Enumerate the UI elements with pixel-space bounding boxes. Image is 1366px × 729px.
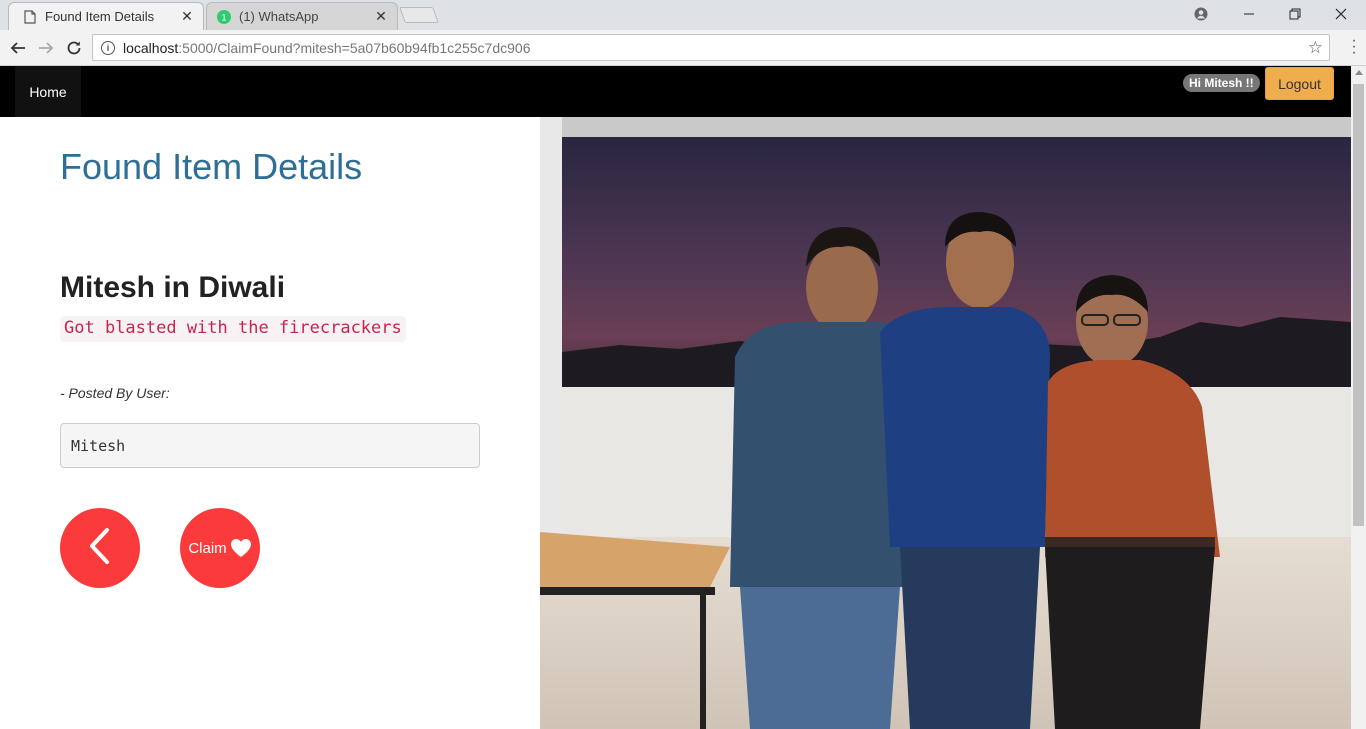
tab-whatsapp[interactable]: 1 (1) WhatsApp ✕ (206, 2, 398, 30)
tab-title: (1) WhatsApp (239, 9, 319, 24)
top-navbar: Home Hi Mitesh !! Logout (0, 66, 1351, 117)
back-button[interactable] (60, 508, 140, 588)
bookmark-star-icon[interactable]: ☆ (1308, 38, 1323, 58)
item-photo (540, 117, 1351, 729)
url-host: localhost (123, 39, 179, 56)
reload-icon[interactable] (62, 36, 86, 60)
page-icon (23, 9, 37, 24)
restore-icon[interactable] (1272, 0, 1318, 28)
back-arrow-icon[interactable] (6, 36, 30, 60)
tab-found-item-details[interactable]: Found Item Details ✕ (8, 2, 204, 30)
minimize-icon[interactable] (1226, 0, 1272, 28)
whatsapp-icon: 1 (217, 9, 231, 24)
item-description: Got blasted with the firecrackers (60, 316, 406, 342)
heart-icon (230, 538, 252, 558)
page-title: Found Item Details (60, 146, 363, 187)
address-bar[interactable]: i localhost:5000/ClaimFound?mitesh=5a07b… (92, 34, 1330, 61)
tab-title: Found Item Details (45, 9, 155, 24)
whatsapp-badge: 1 (221, 12, 226, 22)
info-icon[interactable]: i (101, 40, 115, 55)
greeting-badge: Hi Mitesh !! (1183, 74, 1260, 92)
new-tab-button[interactable] (399, 7, 439, 23)
nav-home-link[interactable]: Home (15, 66, 81, 117)
posted-by-user: Mitesh (60, 423, 480, 468)
item-name: Mitesh in Diwali (60, 271, 286, 304)
scrollbar-thumb[interactable] (1353, 84, 1364, 526)
url-path: :5000/ClaimFound?mitesh=5a07b60b94fb1c25… (178, 39, 531, 56)
forward-arrow-icon[interactable] (34, 36, 58, 60)
page-scrollbar[interactable] (1351, 66, 1366, 729)
posted-by-label: - Posted By User: (60, 385, 170, 401)
close-tab-icon[interactable]: ✕ (371, 8, 391, 25)
browser-toolbar: i localhost:5000/ClaimFound?mitesh=5a07b… (0, 30, 1366, 66)
scroll-up-arrow-icon[interactable] (1355, 70, 1363, 75)
browser-menu-icon[interactable]: · · · (1350, 33, 1358, 61)
claim-button[interactable]: Claim (180, 508, 260, 588)
chevron-left-icon (87, 527, 113, 570)
page: Home Hi Mitesh !! Logout Found Item Deta… (0, 66, 1351, 729)
item-details-panel: Found Item Details Mitesh in Diwali Got … (0, 117, 540, 729)
logout-button[interactable]: Logout (1265, 67, 1334, 100)
browser-tab-strip: Found Item Details ✕ 1 (1) WhatsApp ✕ (0, 0, 1366, 30)
close-tab-icon[interactable]: ✕ (177, 8, 197, 25)
close-window-icon[interactable] (1318, 0, 1364, 28)
claim-label: Claim (188, 539, 227, 557)
profile-icon[interactable] (1178, 0, 1224, 28)
